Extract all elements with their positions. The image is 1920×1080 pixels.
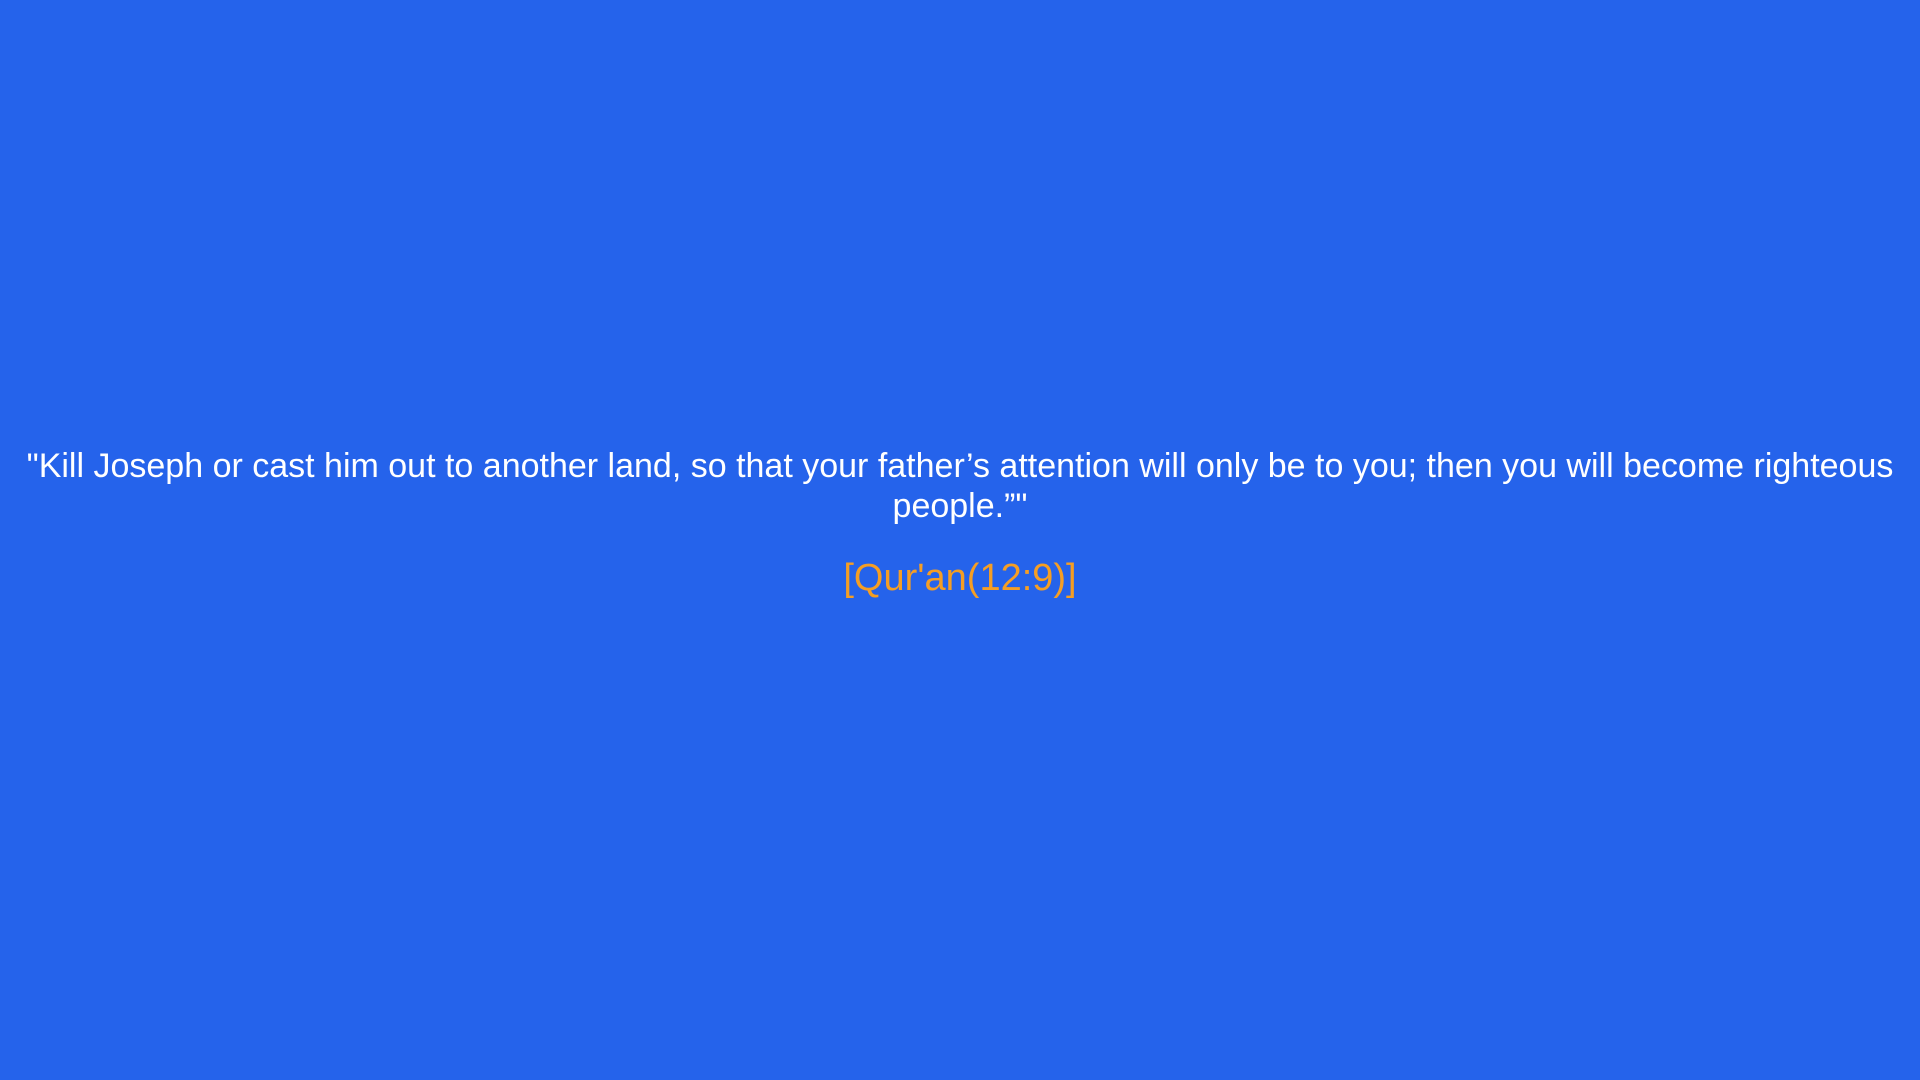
quote-block: "Kill Joseph or cast him out to another … [0, 446, 1920, 600]
quote-text: "Kill Joseph or cast him out to another … [26, 447, 1894, 525]
quote-screen: "Kill Joseph or cast him out to another … [0, 0, 1920, 1080]
quote-citation: [Qur'an(12:9)] [843, 557, 1077, 599]
